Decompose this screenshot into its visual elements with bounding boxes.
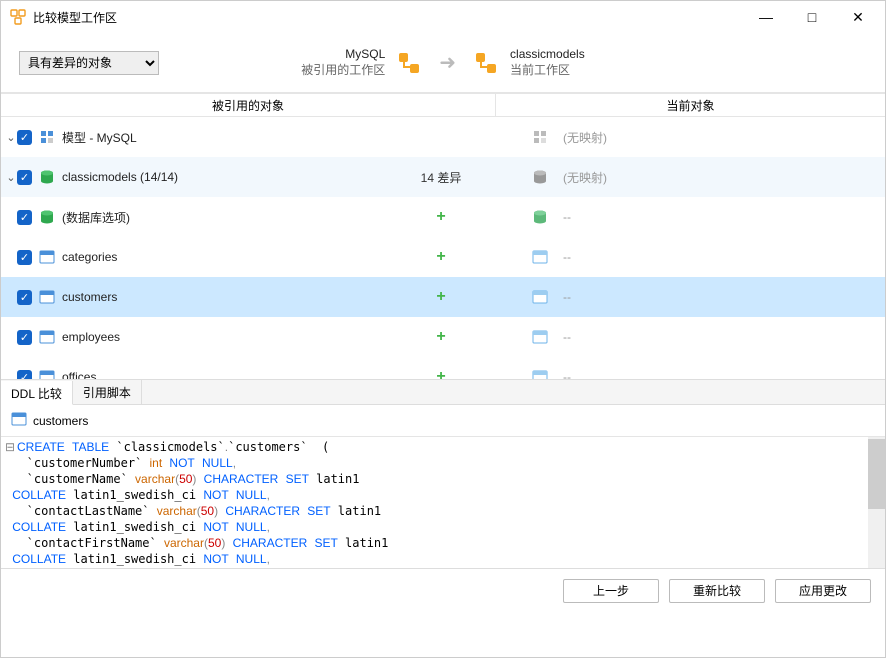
tree-label: 模型 - MySQL: [62, 129, 137, 146]
checkbox[interactable]: ✓: [17, 330, 32, 345]
table-icon: [531, 329, 549, 345]
window-title: 比较模型工作区: [33, 9, 743, 26]
status-plus: +: [436, 288, 445, 306]
tree-label: employees: [62, 330, 120, 344]
target-sub: 当前工作区: [510, 61, 585, 78]
col-left: 被引用的对象: [1, 94, 496, 116]
tree-item-row[interactable]: ✓ categories + --: [1, 237, 885, 277]
checkbox[interactable]: ✓: [17, 290, 32, 305]
table-icon: [38, 289, 56, 305]
chevron-down-icon[interactable]: ⌄: [1, 171, 17, 184]
status-plus: +: [436, 368, 445, 379]
map-label: --: [563, 370, 571, 379]
table-icon: [38, 249, 56, 265]
map-label: --: [563, 330, 571, 344]
sql-panel: ⊟CREATE TABLE `classicmodels`.`customers…: [1, 436, 885, 568]
tab-ddl[interactable]: DDL 比较: [1, 381, 73, 405]
col-right: 当前对象: [496, 94, 885, 116]
target-block: classicmodels 当前工作区: [472, 47, 585, 78]
scrollbar[interactable]: [868, 437, 885, 568]
tree-item-row[interactable]: ✓ (数据库选项) + --: [1, 197, 885, 237]
maximize-button[interactable]: □: [789, 1, 835, 33]
filter-select[interactable]: 具有差异的对象: [19, 51, 159, 75]
table-icon: [531, 249, 549, 265]
map-label: --: [563, 210, 571, 224]
tree-item-row[interactable]: ✓ offices + --: [1, 357, 885, 379]
minimize-button[interactable]: —: [743, 1, 789, 33]
model-icon: [531, 129, 549, 145]
source-sub: 被引用的工作区: [301, 61, 385, 78]
prev-button[interactable]: 上一步: [563, 579, 659, 603]
header: 具有差异的对象 MySQL 被引用的工作区 ➜ classicmodels 当前…: [1, 33, 885, 93]
workspace-icon: [395, 49, 423, 77]
footer: 上一步 重新比较 应用更改: [1, 568, 885, 612]
source-block: MySQL 被引用的工作区: [301, 47, 423, 78]
detail-title: customers: [33, 414, 88, 428]
tree-label: categories: [62, 250, 117, 264]
table-icon: [38, 329, 56, 345]
titlebar: 比较模型工作区 — □ ✕: [1, 1, 885, 33]
compare-tree[interactable]: ⌄ ✓ 模型 - MySQL (无映射) ⌄ ✓ classicmodels (…: [1, 117, 885, 379]
database-icon: [38, 169, 56, 185]
tree-root-row[interactable]: ⌄ ✓ 模型 - MySQL (无映射): [1, 117, 885, 157]
checkbox[interactable]: ✓: [17, 130, 32, 145]
table-icon: [11, 411, 27, 430]
sql-body[interactable]: ⊟CREATE TABLE `classicmodels`.`customers…: [1, 437, 868, 568]
tree-label: offices: [62, 370, 96, 379]
compare-flow: MySQL 被引用的工作区 ➜ classicmodels 当前工作区: [159, 47, 727, 78]
column-headers: 被引用的对象 当前对象: [1, 93, 885, 117]
tree-label: classicmodels (14/14): [62, 170, 178, 184]
tree-item-row[interactable]: ✓ customers + --: [1, 277, 885, 317]
database-icon: [531, 209, 549, 225]
checkbox[interactable]: ✓: [17, 170, 32, 185]
source-name: MySQL: [301, 47, 385, 61]
close-button[interactable]: ✕: [835, 1, 881, 33]
map-label: --: [563, 290, 571, 304]
detail-header: customers: [1, 405, 885, 436]
arrow-icon: ➜: [439, 50, 456, 75]
database-icon: [38, 209, 56, 225]
workspace-icon: [472, 49, 500, 77]
apply-button[interactable]: 应用更改: [775, 579, 871, 603]
checkbox[interactable]: ✓: [17, 250, 32, 265]
status-plus: +: [436, 208, 445, 226]
map-label: (无映射): [563, 169, 607, 186]
table-icon: [531, 369, 549, 379]
detail-tabs: DDL 比较 引用脚本: [1, 379, 885, 405]
tree-item-row[interactable]: ✓ employees + --: [1, 317, 885, 357]
tree-label: (数据库选项): [62, 209, 130, 226]
tab-script[interactable]: 引用脚本: [73, 380, 142, 404]
model-icon: [38, 129, 56, 145]
status-plus: +: [436, 328, 445, 346]
target-name: classicmodels: [510, 47, 585, 61]
map-label: (无映射): [563, 129, 607, 146]
diff-count: 14 差异: [421, 169, 462, 186]
app-icon: [9, 8, 27, 26]
status-plus: +: [436, 248, 445, 266]
map-label: --: [563, 250, 571, 264]
table-icon: [38, 369, 56, 379]
recompare-button[interactable]: 重新比较: [669, 579, 765, 603]
tree-label: customers: [62, 290, 117, 304]
filter-select-wrap: 具有差异的对象: [19, 51, 159, 75]
chevron-down-icon[interactable]: ⌄: [1, 131, 17, 144]
tree-db-row[interactable]: ⌄ ✓ classicmodels (14/14) 14 差异 (无映射): [1, 157, 885, 197]
table-icon: [531, 289, 549, 305]
checkbox[interactable]: ✓: [17, 210, 32, 225]
database-icon: [531, 169, 549, 185]
checkbox[interactable]: ✓: [17, 370, 32, 380]
